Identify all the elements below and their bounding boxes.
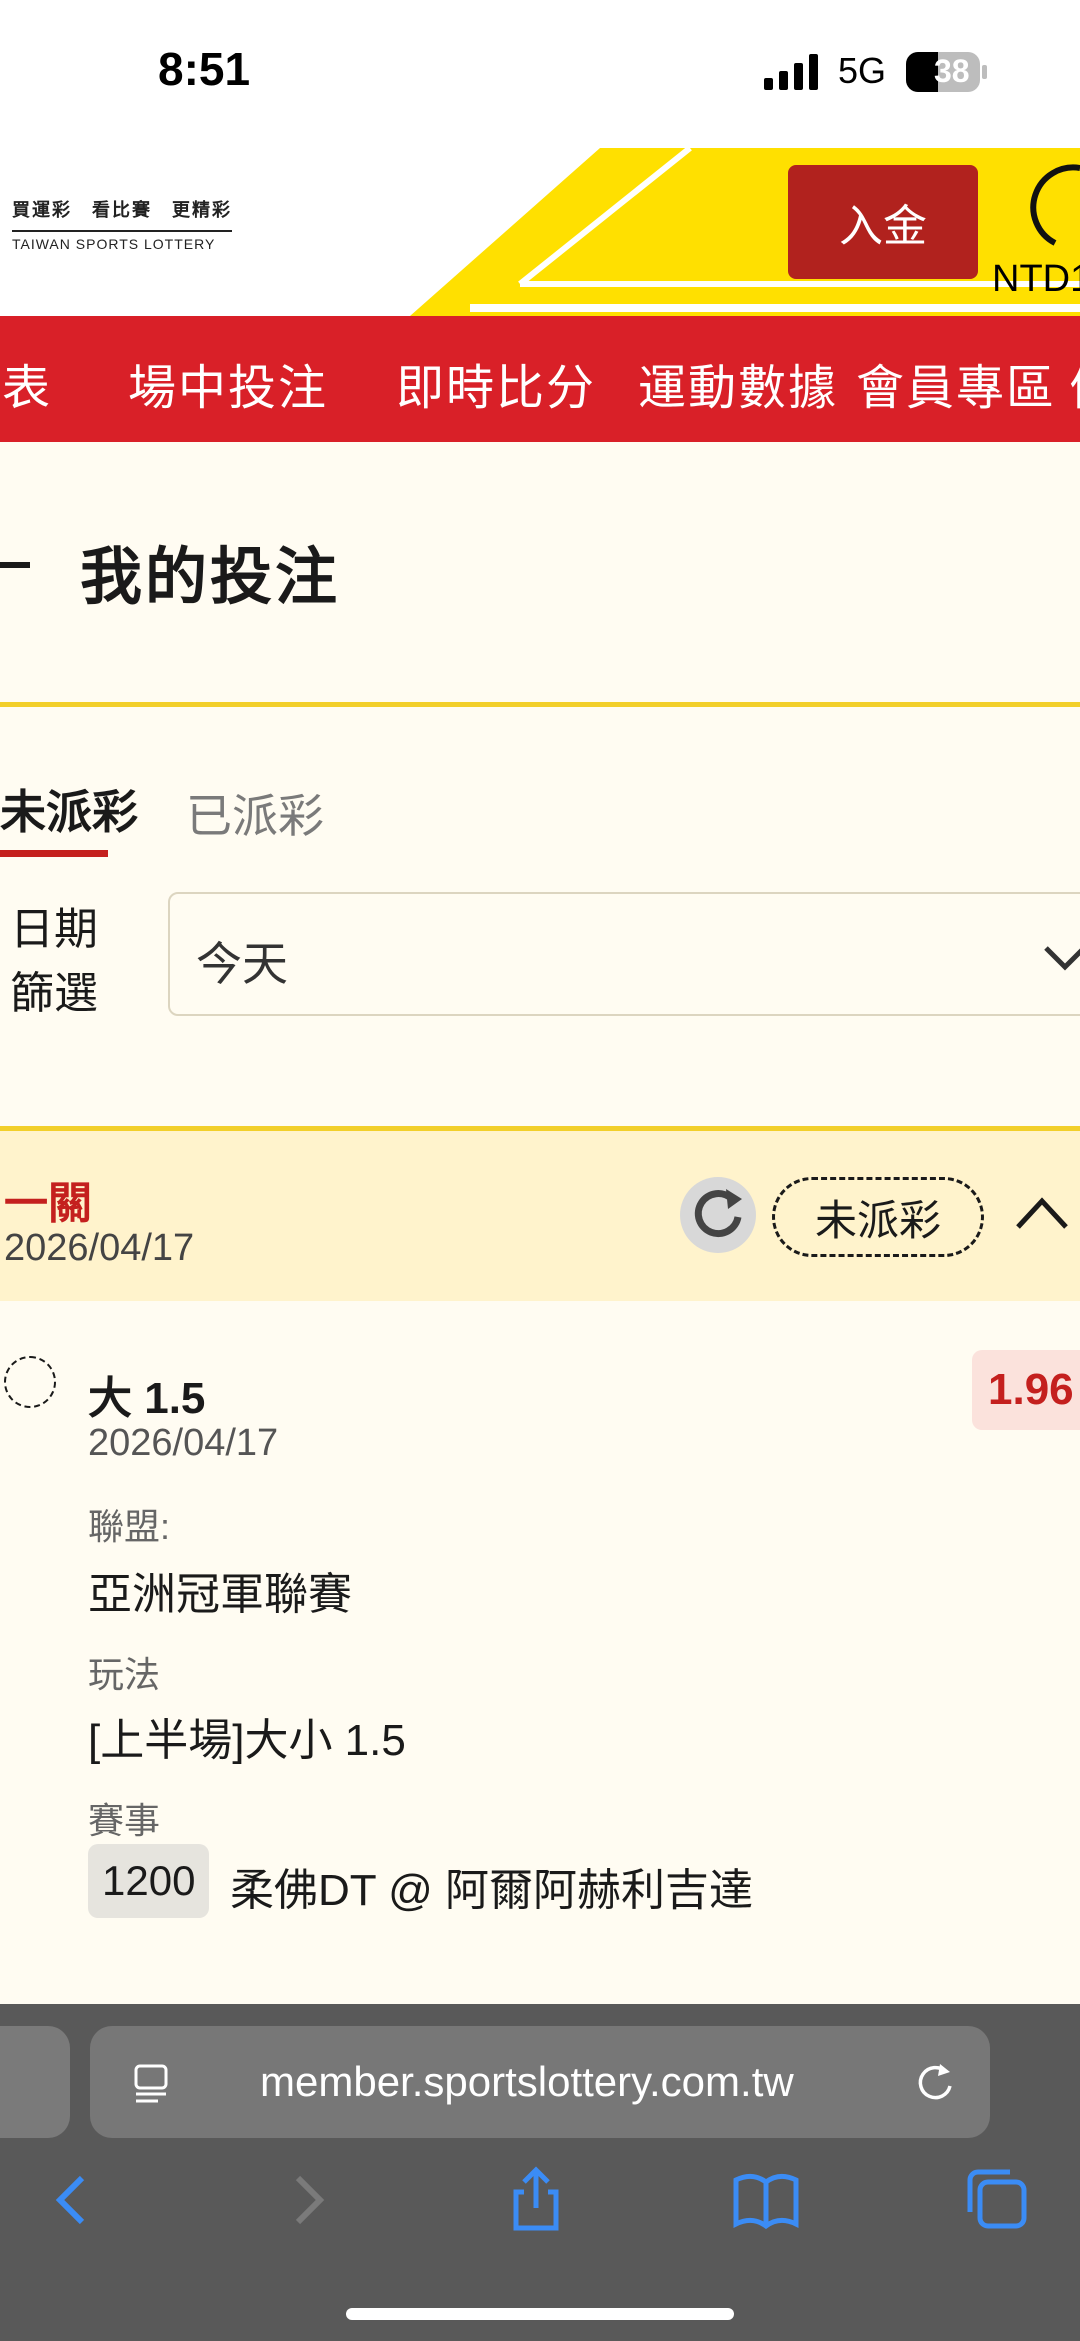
main-nav: 賽表 場中投注 即時比分 運動數據 會員專區 優 <box>0 316 1080 442</box>
date-filter-value: 今天 <box>196 938 288 990</box>
market-value: [上半場]大小 1.5 <box>88 1716 406 1765</box>
address-bar[interactable]: member.sportslottery.com.tw <box>90 2026 990 2138</box>
status-time: 8:51 <box>158 43 251 95</box>
browser-toolbar: member.sportslottery.com.tw <box>0 2004 1080 2341</box>
forward-icon[interactable] <box>272 2164 344 2236</box>
date-filter-label: 日期 篩選 <box>10 898 110 1026</box>
date-filter-label-line1: 日期 <box>10 905 98 954</box>
game-id-badge: 1200 <box>88 1844 210 1918</box>
refresh-button[interactable] <box>680 1177 756 1253</box>
chevron-down-icon <box>1044 946 1080 971</box>
account-balance: NTD1 <box>992 258 1080 300</box>
logo-wordmark: TAIWAN SPORTS LOTTERY <box>12 230 232 252</box>
date-filter-select[interactable]: 今天 <box>168 892 1080 1016</box>
refresh-icon <box>694 1189 742 1238</box>
previous-tab-preview[interactable] <box>0 2026 70 2138</box>
market-label: 玩法 <box>88 1654 161 1695</box>
cellular-signal-icon <box>764 54 818 90</box>
league-value: 亞洲冠軍聯賽 <box>88 1570 352 1619</box>
bet-selection: 大 1.5 <box>88 1374 206 1423</box>
bet-card-header: 一關 2026/04/17 未派彩 <box>0 1131 1080 1301</box>
nav-item-member-zone[interactable]: 會員專區 <box>856 348 1056 418</box>
divider <box>0 702 1080 707</box>
nav-item-sports-data[interactable]: 運動數據 <box>638 348 838 418</box>
page-title-bar: 我的投注 <box>0 442 1080 704</box>
chevron-up-icon[interactable] <box>1014 1193 1070 1233</box>
nav-item-more[interactable]: 優 <box>1070 348 1080 418</box>
tab-pending[interactable]: 未派彩 <box>0 776 138 842</box>
share-icon[interactable] <box>500 2164 572 2236</box>
tab-paid[interactable]: 已派彩 <box>186 780 324 846</box>
bet-type: 一關 <box>4 1179 92 1228</box>
back-icon[interactable] <box>36 2164 108 2236</box>
logo-slogan: 買運彩 看比賽 更精彩 <box>12 200 232 220</box>
page-title: 我的投注 <box>80 543 341 612</box>
tabs-icon[interactable] <box>960 2164 1032 2236</box>
selection-radio[interactable] <box>4 1356 56 1408</box>
url-text: member.sportslottery.com.tw <box>260 2058 794 2105</box>
reload-icon[interactable] <box>910 2058 958 2106</box>
status-badge: 未派彩 <box>772 1177 984 1257</box>
network-type: 5G <box>838 50 887 91</box>
selection-date: 2026/04/17 <box>88 1422 279 1464</box>
odds-badge: 1.96 <box>972 1350 1080 1430</box>
title-decoration <box>0 562 30 568</box>
site-logo[interactable]: 買運彩 看比賽 更精彩 TAIWAN SPORTS LOTTERY <box>12 196 232 252</box>
event-label: 賽事 <box>88 1800 161 1841</box>
nav-item-live-scores[interactable]: 即時比分 <box>396 348 596 418</box>
active-tab-indicator <box>0 850 108 857</box>
nav-item-schedule[interactable]: 賽表 <box>0 348 52 418</box>
deposit-button[interactable]: 入金 <box>788 165 978 279</box>
battery-level: 38 <box>934 53 970 89</box>
nav-item-live-betting[interactable]: 場中投注 <box>128 348 328 418</box>
game-name: 柔佛DT @ 阿爾阿赫利吉達 <box>230 1866 753 1915</box>
date-filter-label-line2: 篩選 <box>10 969 98 1018</box>
page-menu-icon[interactable] <box>130 2060 176 2106</box>
site-header: 買運彩 看比賽 更精彩 TAIWAN SPORTS LOTTERY 入金 NTD… <box>0 148 1080 316</box>
home-indicator <box>346 2308 734 2320</box>
bookmarks-icon[interactable] <box>730 2164 802 2236</box>
status-bar: 8:51 5G 38 <box>0 0 1080 148</box>
league-label: 聯盟: <box>88 1506 171 1547</box>
bet-date: 2026/04/17 <box>4 1227 195 1269</box>
